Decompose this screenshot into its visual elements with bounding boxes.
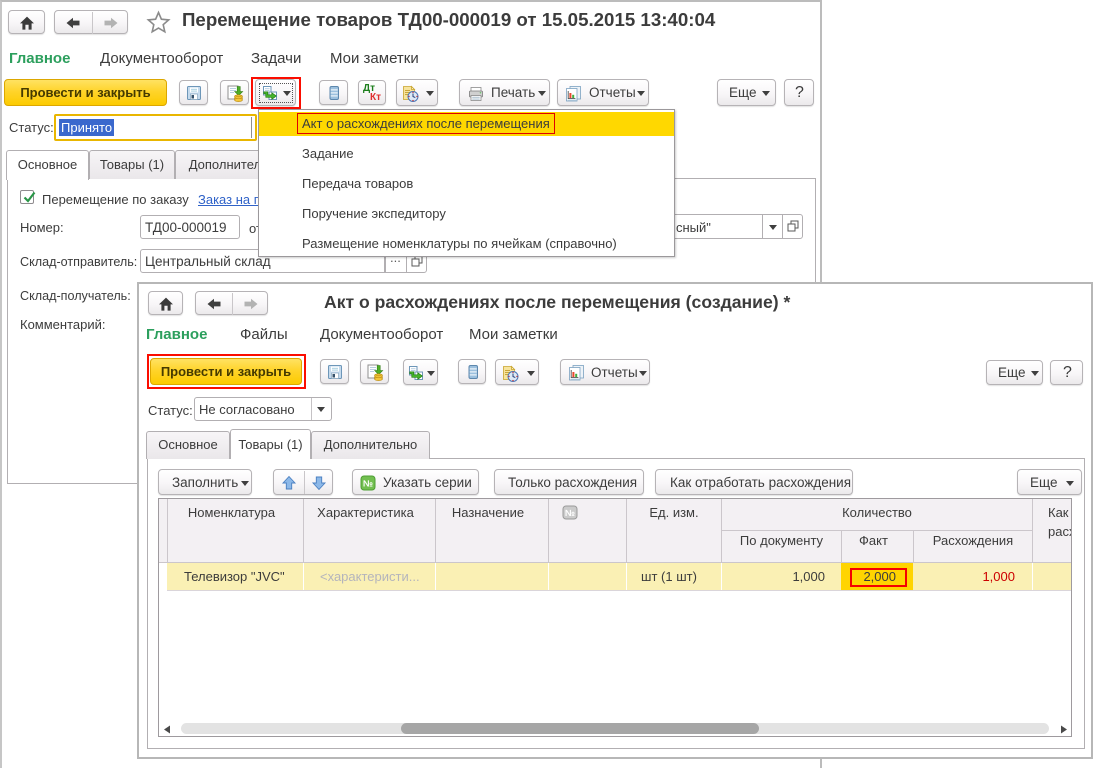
svg-text:№: № [363, 479, 373, 489]
svg-text:№: № [565, 508, 575, 518]
